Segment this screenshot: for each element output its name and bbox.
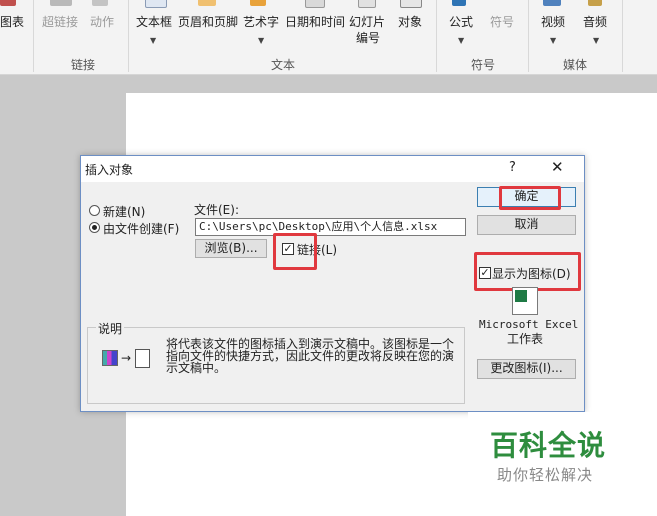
highlight-ok: [499, 186, 561, 210]
group-label-links: 链接: [71, 58, 96, 72]
header-footer-button[interactable]: 页眉和页脚: [178, 14, 238, 30]
slide-number-button-line2[interactable]: 编号: [356, 30, 380, 46]
audio-button[interactable]: 音频: [583, 14, 607, 30]
ribbon-separator: [33, 0, 34, 72]
chevron-down-icon[interactable]: ▼: [550, 36, 556, 45]
change-icon-button[interactable]: 更改图标(I)...: [477, 359, 576, 379]
radio-from-file-label[interactable]: 由文件创建(F): [103, 220, 179, 237]
slide-number-icon: [358, 0, 376, 8]
object-icon: [400, 0, 422, 8]
dialog-titlebar[interactable]: 插入对象 ? ✕: [81, 156, 584, 182]
action-button[interactable]: 动作: [90, 14, 114, 30]
chart-icon: [0, 0, 16, 6]
description-illustration: →: [102, 348, 154, 370]
datetime-button[interactable]: 日期和时间: [285, 14, 345, 30]
excel-badge-icon: [515, 290, 527, 302]
description-label: 说明: [96, 320, 125, 337]
highlight-display-as-icon: [474, 252, 581, 291]
equation-icon: [452, 0, 466, 6]
header-footer-icon: [198, 0, 216, 6]
hyperlink-icon: [50, 0, 72, 6]
symbol-button[interactable]: 符号: [490, 14, 514, 30]
chart-button[interactable]: 图表: [0, 14, 24, 30]
ribbon: 图表 超链接 动作 链接 文本框 ▼ 页眉和页脚 艺术字 ▼ 日期和时间 幻灯片…: [0, 0, 657, 75]
ribbon-separator: [622, 0, 623, 72]
file-label: 文件(E):: [194, 203, 239, 217]
action-icon: [92, 0, 108, 6]
excel-file-icon: [512, 287, 538, 315]
browse-button[interactable]: 浏览(B)...: [195, 239, 267, 258]
watermark-subtitle: 助你轻松解决: [497, 466, 594, 484]
video-button[interactable]: 视频: [541, 14, 565, 30]
chevron-down-icon[interactable]: ▼: [258, 36, 264, 45]
object-button[interactable]: 对象: [398, 14, 422, 30]
cancel-button[interactable]: 取消: [477, 215, 576, 235]
radio-new-label[interactable]: 新建(N): [103, 203, 145, 220]
chevron-down-icon[interactable]: ▼: [458, 36, 464, 45]
chevron-down-icon[interactable]: ▼: [150, 36, 156, 45]
radio-new[interactable]: [89, 205, 100, 216]
insert-object-dialog: 插入对象 ? ✕ 新建(N) 由文件创建(F) 文件(E): C:\Users\…: [80, 155, 585, 412]
file-path-input[interactable]: C:\Users\pc\Desktop\应用\个人信息.xlsx: [195, 218, 466, 236]
description-text: 将代表该文件的图标插入到演示文稿中。该图标是一个指向文件的快捷方式，因此文件的更…: [166, 337, 455, 375]
chevron-down-icon[interactable]: ▼: [593, 36, 599, 45]
ribbon-separator: [436, 0, 437, 72]
highlight-link: [273, 233, 317, 270]
group-label-symbols: 符号: [471, 58, 496, 72]
icon-caption-line2: 工作表: [507, 332, 544, 346]
wordart-icon: [250, 0, 266, 6]
equation-button[interactable]: 公式: [449, 14, 473, 30]
arrow-icon: →: [121, 351, 132, 365]
wordart-button[interactable]: 艺术字: [243, 14, 279, 30]
hyperlink-button[interactable]: 超链接: [42, 14, 78, 30]
group-label-text: 文本: [271, 58, 296, 72]
radio-from-file[interactable]: [89, 222, 100, 233]
dialog-title: 插入对象: [85, 163, 134, 177]
help-button[interactable]: ?: [509, 160, 516, 175]
file-thumbnail-icon: [135, 349, 150, 368]
close-button[interactable]: ✕: [551, 158, 564, 176]
textbox-icon: [145, 0, 167, 8]
video-icon: [543, 0, 561, 6]
audio-icon: [588, 0, 602, 6]
ribbon-separator: [528, 0, 529, 72]
chart-thumbnail-icon: [102, 350, 118, 366]
watermark-title: 百科全说: [490, 429, 607, 462]
textbox-button[interactable]: 文本框: [136, 14, 172, 30]
datetime-icon: [305, 0, 325, 8]
group-label-media: 媒体: [563, 58, 588, 72]
ribbon-separator: [128, 0, 129, 72]
slide-number-button[interactable]: 幻灯片: [349, 14, 385, 30]
